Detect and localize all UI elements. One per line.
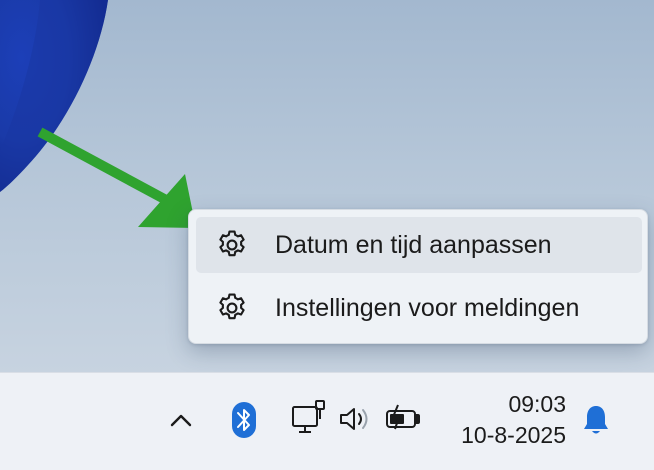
- menu-item-notification-settings[interactable]: Instellingen voor meldingen: [196, 280, 642, 336]
- gear-icon: [213, 226, 251, 264]
- bell-icon[interactable]: [574, 397, 618, 443]
- menu-item-date-time-settings[interactable]: Datum en tijd aanpassen: [196, 217, 642, 273]
- chevron-up-icon[interactable]: [164, 401, 198, 439]
- clock[interactable]: 09:03 10-8-2025: [440, 389, 566, 451]
- wallpaper-bloom: [0, 0, 108, 192]
- clock-time: 09:03: [508, 391, 566, 417]
- menu-item-label: Instellingen voor meldingen: [275, 293, 580, 322]
- clock-date: 10-8-2025: [461, 422, 566, 448]
- context-menu: Datum en tijd aanpassen Instellingen voo…: [188, 209, 648, 344]
- taskbar: 09:03 10-8-2025: [0, 372, 654, 470]
- network-icon[interactable]: [286, 393, 332, 443]
- battery-icon[interactable]: [382, 395, 424, 441]
- volume-icon[interactable]: [336, 397, 376, 441]
- gear-icon: [213, 289, 251, 327]
- menu-item-label: Datum en tijd aanpassen: [275, 230, 552, 259]
- bluetooth-icon[interactable]: [226, 397, 262, 443]
